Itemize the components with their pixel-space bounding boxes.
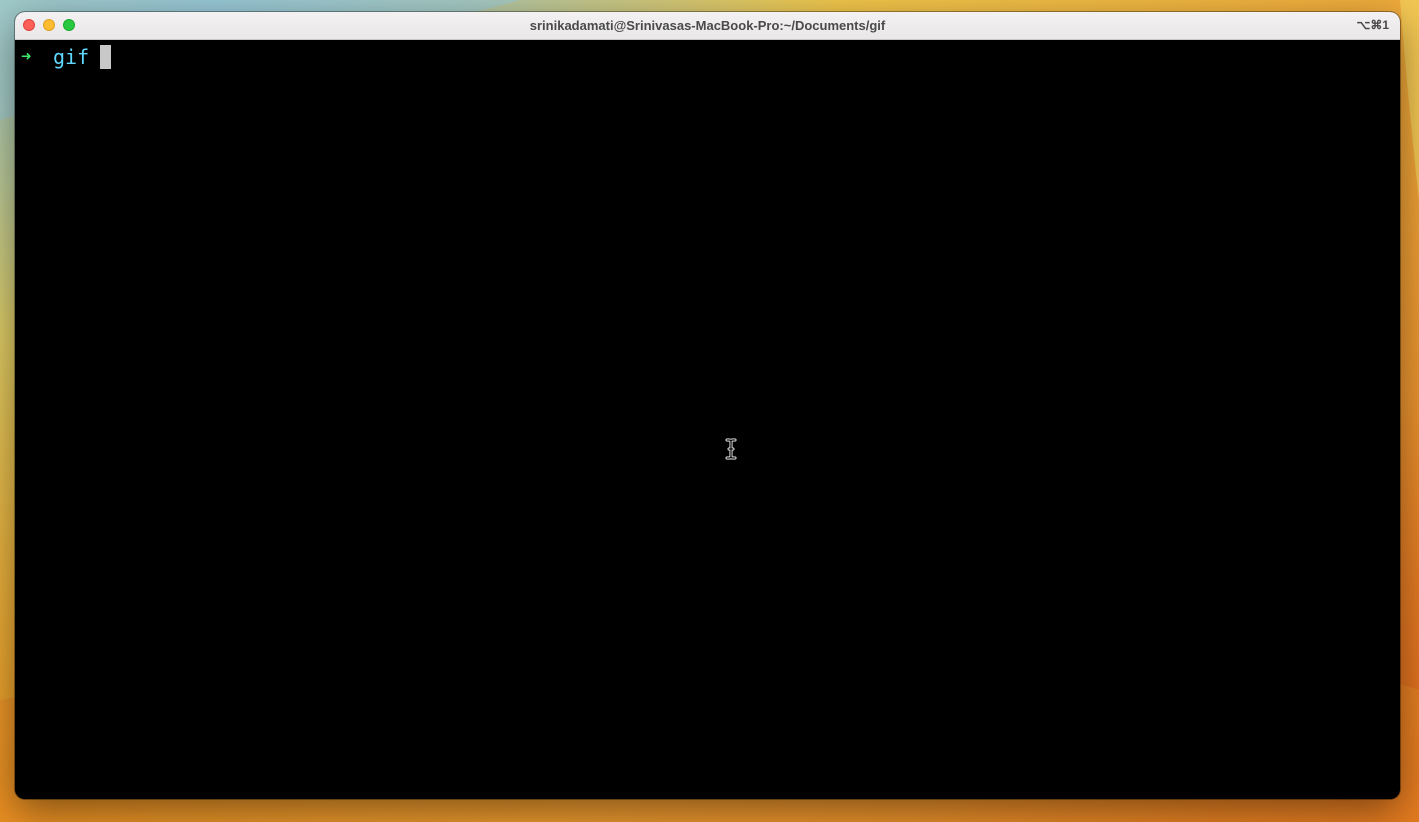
window-title: srinikadamati@Srinivasas-MacBook-Pro:~/D… [529, 18, 886, 33]
title-bar[interactable]: srinikadamati@Srinivasas-MacBook-Pro:~/D… [15, 12, 1400, 40]
i-beam-cursor-icon [725, 438, 737, 460]
terminal-window[interactable]: srinikadamati@Srinivasas-MacBook-Pro:~/D… [15, 12, 1400, 799]
prompt-arrow-icon: ➜ [21, 47, 32, 67]
current-directory-label: gif [53, 45, 90, 69]
text-cursor [100, 45, 112, 69]
window-shortcut-label: ⌥⌘1 [1356, 18, 1389, 32]
prompt-line[interactable]: ➜ gif [21, 44, 112, 70]
terminal-content-area[interactable]: ➜ gif [15, 40, 1400, 799]
